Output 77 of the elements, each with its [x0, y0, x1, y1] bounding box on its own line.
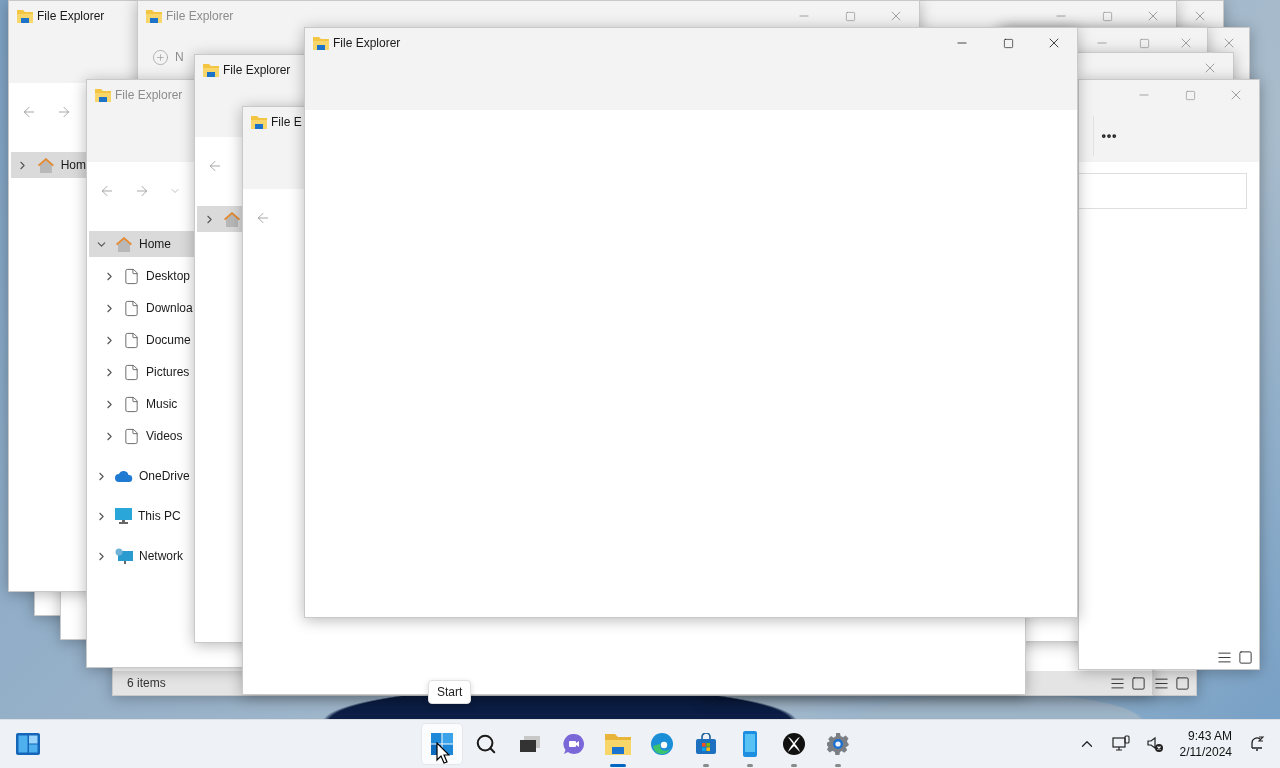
browser-icon [650, 732, 674, 756]
details-view-icon[interactable] [1154, 675, 1169, 691]
window-title: File Explorer [37, 9, 105, 23]
file-icon [123, 363, 140, 381]
file-icon [123, 331, 140, 349]
nav-item[interactable]: Docume [97, 327, 194, 353]
folder-icon [605, 733, 631, 755]
maximize-icon [844, 10, 856, 22]
task-view-icon [518, 734, 542, 754]
monitor-icon [115, 508, 132, 524]
bell-icon [1248, 735, 1266, 753]
nav-item[interactable]: Music [97, 391, 194, 417]
home-icon [36, 157, 55, 173]
nav-label: Desktop [146, 269, 191, 283]
cloud-icon [115, 470, 133, 482]
nav-item[interactable]: This PC [89, 503, 194, 529]
nav-item[interactable]: Downloa [97, 295, 194, 321]
nav-label: Home [139, 237, 171, 251]
preview-view-icon[interactable] [1131, 675, 1146, 691]
nav-item[interactable]: Pictures [97, 359, 194, 385]
home-icon [115, 236, 133, 252]
window-title: File Explorer [223, 63, 291, 77]
plus-icon [152, 48, 169, 66]
maximize-icon [1002, 37, 1014, 49]
gear-icon [826, 732, 850, 756]
nav-label: Network [139, 549, 183, 563]
search-icon [475, 733, 497, 755]
folder-icon [313, 36, 329, 50]
shopping-bag-icon [695, 733, 717, 755]
nav-label: Hom [60, 158, 86, 172]
window-title: File Explorer [166, 9, 234, 23]
address-field[interactable] [1079, 173, 1247, 209]
nav-item[interactable] [197, 206, 242, 232]
nav-label: Docume [146, 333, 191, 347]
mouse-cursor-icon [436, 742, 450, 764]
preview-view-icon[interactable] [1238, 649, 1253, 665]
nav-item[interactable]: Network [89, 543, 194, 569]
monitor-icon [1111, 735, 1130, 753]
nav-item[interactable]: Home [89, 231, 194, 257]
folder-icon [146, 9, 162, 23]
window-title: File Explorer [115, 88, 183, 102]
details-view-icon[interactable] [1110, 675, 1125, 691]
nav-label: Music [146, 397, 178, 411]
nav-label: Downloa [146, 301, 193, 315]
nav-item[interactable]: Desktop [97, 263, 194, 289]
window-title: File Explorer [333, 36, 401, 50]
clock[interactable]: 9:43 AM 2/11/2024 [1175, 727, 1236, 761]
folder-icon [95, 88, 111, 102]
chat-icon [562, 732, 586, 756]
file-icon [123, 267, 140, 285]
file-icon [123, 427, 140, 445]
nav-label: Pictures [146, 365, 190, 379]
nav-item[interactable]: OneDrive [89, 463, 194, 489]
phone-icon [742, 731, 758, 757]
nav-label: OneDrive [139, 469, 190, 483]
tooltip: Start [428, 680, 472, 704]
folder-icon [251, 115, 267, 129]
nav-item[interactable]: Hom [11, 152, 86, 178]
nav-item[interactable]: Videos [97, 423, 194, 449]
details-view-icon[interactable] [1217, 649, 1232, 665]
folder-icon [203, 63, 219, 77]
maximize-icon [1101, 10, 1113, 22]
home-icon [223, 211, 241, 227]
file-icon [123, 299, 140, 317]
maximize-icon [1184, 89, 1196, 101]
xbox-icon [782, 732, 806, 756]
widgets-icon [16, 733, 40, 755]
folder-icon [17, 9, 33, 23]
network-icon [115, 548, 133, 564]
nav-label: Videos [146, 429, 183, 443]
nav-label: This PC [138, 509, 181, 523]
speaker-muted-icon [1145, 735, 1164, 753]
preview-view-icon[interactable] [1175, 675, 1190, 691]
status-text: 6 items [127, 676, 166, 690]
window-title: File E [271, 115, 302, 129]
file-icon [123, 395, 140, 413]
maximize-icon [1138, 37, 1150, 49]
